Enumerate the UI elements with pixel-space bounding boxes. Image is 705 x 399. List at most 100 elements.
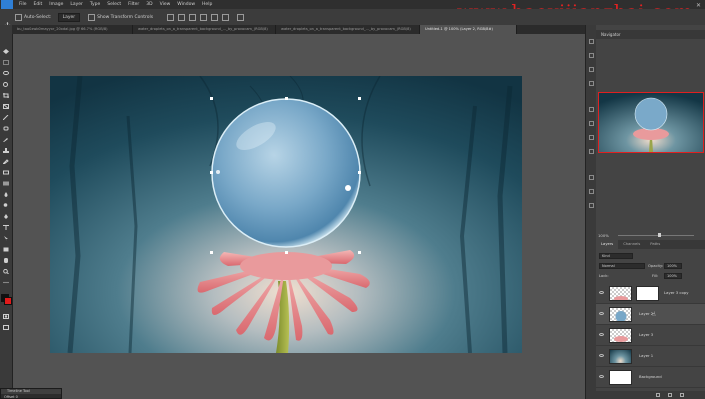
layer-row[interactable]: Layer 3 copy [596, 283, 705, 304]
layer-name[interactable]: Background [639, 374, 662, 379]
blur-tool-button[interactable] [3, 192, 9, 197]
align-top-icon[interactable] [200, 13, 208, 21]
color-panel-icon[interactable] [589, 121, 594, 126]
navigator-panel-header[interactable]: Navigator [596, 30, 705, 39]
menu-help[interactable]: Help [202, 0, 212, 9]
align-bottom-icon[interactable] [222, 13, 230, 21]
layer-row[interactable]: Background [596, 367, 705, 388]
delete-layer-icon[interactable] [680, 393, 684, 397]
navigator-preview[interactable] [598, 92, 704, 153]
move-tool-icon[interactable] [4, 14, 11, 29]
lasso-tool-button[interactable] [3, 71, 9, 76]
visibility-eye-icon[interactable] [599, 354, 604, 357]
path-selection-tool-button[interactable] [3, 236, 9, 241]
distribute-icon[interactable] [237, 13, 245, 21]
healing-brush-tool-button[interactable] [3, 126, 9, 131]
app-logo-icon[interactable] [1, 0, 13, 9]
floating-mini-panel: Timeline Tool Offset 0 [0, 388, 62, 399]
info-panel-icon[interactable] [589, 149, 594, 154]
layer-mask-thumbnail[interactable] [636, 286, 659, 301]
more-tools-icon[interactable] [3, 280, 9, 285]
transform-controls-checkbox[interactable] [88, 13, 96, 21]
marquee-tool-button[interactable] [3, 60, 9, 65]
pen-tool-button[interactable] [3, 214, 9, 219]
document-tab[interactable]: bu_tao0zwb0mayyxr_20xdal.jpg @ 66.7% (RG… [12, 25, 133, 34]
document-tab-bar: bu_tao0zwb0mayyxr_20xdal.jpg @ 66.7% (RG… [12, 25, 585, 34]
menu-image[interactable]: Image [49, 0, 63, 9]
layer-row[interactable]: Layer 2 ☝ [596, 304, 705, 325]
align-middle-icon[interactable] [211, 13, 219, 21]
gradient-tool-button[interactable] [3, 181, 9, 186]
tab-layers[interactable]: Layers [596, 240, 619, 249]
document-tab[interactable]: water_droplets_on_a_transparent_backgrou… [276, 25, 420, 34]
dodge-tool-button[interactable] [3, 203, 9, 208]
layer-thumbnail [609, 328, 632, 343]
libraries-panel-icon[interactable] [589, 81, 594, 86]
blend-mode-select[interactable]: Normal [599, 263, 645, 269]
layer-name[interactable]: Layer 3 [639, 332, 653, 337]
align-left-icon[interactable] [167, 13, 175, 21]
new-layer-icon[interactable] [668, 393, 672, 397]
zoom-slider-handle[interactable] [658, 233, 661, 237]
visibility-eye-icon[interactable] [599, 291, 604, 294]
swatches-panel-icon[interactable] [589, 107, 594, 112]
layer-row[interactable]: Layer 1 [596, 346, 705, 367]
properties-panel-icon[interactable] [589, 53, 594, 58]
menu-layer[interactable]: Layer [70, 0, 83, 9]
menu-3d[interactable]: 3D [146, 0, 152, 9]
menu-view[interactable]: View [160, 0, 171, 9]
styles-panel-icon[interactable] [589, 135, 594, 140]
mini-panel-title[interactable]: Timeline Tool [1, 389, 61, 394]
zoom-tool-button[interactable] [3, 269, 9, 274]
quick-mask-icon[interactable] [3, 314, 9, 319]
menu-type[interactable]: Type [90, 0, 100, 9]
close-window-icon[interactable]: ✕ [696, 2, 701, 9]
brush-tool-button[interactable] [3, 137, 9, 142]
zoom-slider[interactable] [618, 235, 694, 236]
type-tool-button[interactable] [3, 225, 9, 230]
paragraph-panel-icon[interactable] [589, 203, 594, 208]
layer-name[interactable]: Layer 3 copy [664, 290, 688, 295]
menu-select[interactable]: Select [107, 0, 121, 9]
new-group-icon[interactable] [656, 393, 660, 397]
layer-kind-filter[interactable]: Kind [599, 253, 633, 259]
adjustments-panel-icon[interactable] [589, 67, 594, 72]
visibility-eye-icon[interactable] [599, 375, 604, 378]
move-tool-button[interactable] [3, 49, 9, 54]
crop-tool-button[interactable] [3, 93, 9, 98]
layer-thumbnail [609, 307, 632, 322]
auto-select-checkbox[interactable] [15, 13, 22, 21]
menu-filter[interactable]: Filter [128, 0, 139, 9]
document-tab[interactable]: water_droplets_on_a_transparent_backgrou… [133, 25, 276, 34]
menu-edit[interactable]: Edit [34, 0, 43, 9]
frame-tool-button[interactable] [3, 104, 9, 109]
clone-stamp-tool-button[interactable] [3, 148, 9, 153]
menu-window[interactable]: Window [177, 0, 195, 9]
brush-panel-icon[interactable] [589, 175, 594, 180]
document-tab-active[interactable]: Untitled-1 @ 100% (Layer 2, RGB/8#) [420, 25, 517, 34]
history-panel-icon[interactable] [589, 39, 594, 44]
fill-input[interactable]: 100% [664, 273, 682, 279]
visibility-eye-icon[interactable] [599, 312, 604, 315]
opacity-input[interactable]: 100% [664, 263, 682, 269]
history-brush-tool-button[interactable] [3, 159, 9, 164]
screen-mode-icon[interactable] [3, 325, 9, 330]
align-right-icon[interactable] [189, 13, 197, 21]
tab-paths[interactable]: Paths [645, 240, 665, 249]
zoom-value[interactable]: 100% [598, 233, 609, 238]
character-panel-icon[interactable] [589, 189, 594, 194]
document-canvas[interactable] [50, 75, 522, 354]
hand-tool-button[interactable] [3, 258, 9, 263]
menu-file[interactable]: File [19, 0, 27, 9]
auto-select-dropdown[interactable]: Layer [57, 12, 81, 22]
tab-channels[interactable]: Channels [618, 240, 645, 249]
background-color-swatch[interactable] [4, 297, 12, 305]
layer-row[interactable]: Layer 3 [596, 325, 705, 346]
rectangle-tool-button[interactable] [3, 247, 9, 252]
eraser-tool-button[interactable] [3, 170, 9, 175]
align-center-icon[interactable] [178, 13, 186, 21]
visibility-eye-icon[interactable] [599, 333, 604, 336]
quick-select-tool-button[interactable] [3, 82, 9, 87]
layer-name[interactable]: Layer 1 [639, 353, 653, 358]
eyedropper-tool-button[interactable] [3, 115, 9, 120]
